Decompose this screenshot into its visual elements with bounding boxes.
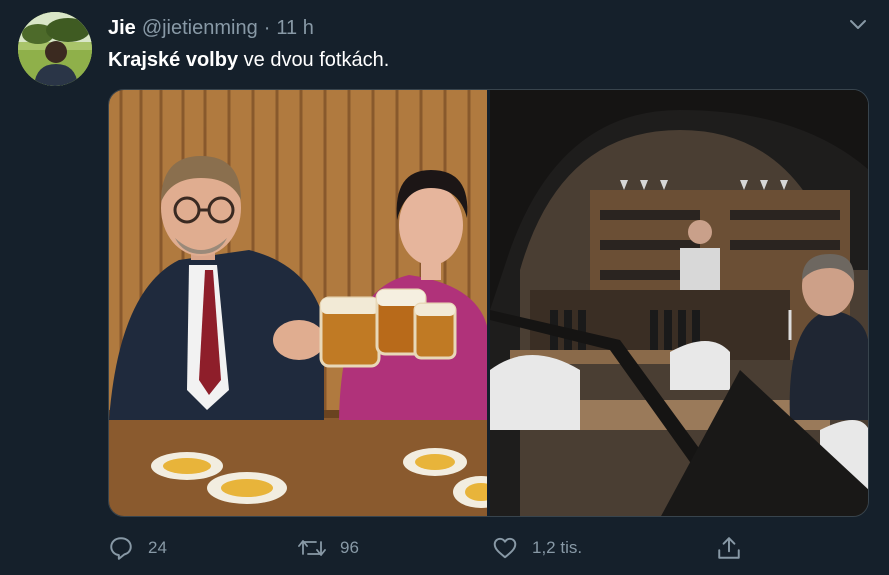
heart-icon [493,537,517,559]
user-handle[interactable]: @jietienming [142,17,258,40]
avatar-image [18,12,92,86]
photo-beer-toast[interactable] [109,90,487,516]
tweet-actions: 24 96 1,2 tis. [108,530,748,566]
tweet[interactable]: Jie @jietienming · 11 h Krajské volby ve… [0,0,889,575]
retweet-button[interactable]: 96 [298,530,359,566]
photo-restaurant-image [489,90,868,516]
avatar[interactable] [18,12,92,86]
tweet-text-rest: ve dvou fotkách. [238,49,390,71]
tweet-text-bold: Krajské volby [108,49,239,71]
more-menu-button[interactable] [845,12,871,38]
like-button[interactable]: 1,2 tis. [492,530,582,566]
share-icon [718,537,740,559]
photo-beer-toast-image [109,90,487,516]
tweet-media[interactable] [108,89,869,517]
tweet-text: Krajské volby ve dvou fotkách. [108,46,389,74]
retweet-icon [298,540,326,556]
share-button[interactable] [716,530,742,566]
reply-icon [110,537,132,560]
photo-restaurant[interactable] [489,90,868,516]
reply-count: 24 [148,538,167,557]
timestamp[interactable]: 11 h [276,17,313,40]
like-count: 1,2 tis. [532,538,583,557]
tweet-header: Jie @jietienming · 11 h [108,14,314,42]
retweet-count: 96 [340,538,359,557]
separator-dot: · [263,16,271,39]
display-name[interactable]: Jie [108,17,136,40]
reply-button[interactable]: 24 [108,530,167,566]
chevron-down-icon [850,20,866,29]
